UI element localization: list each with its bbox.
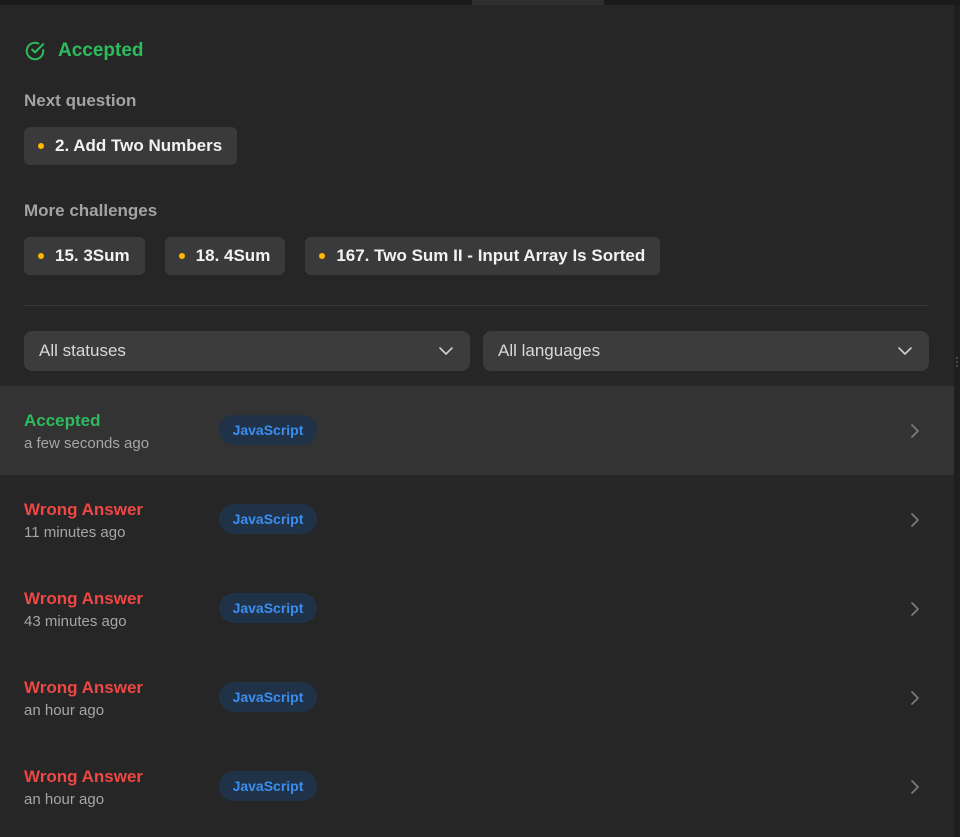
submission-status: Accepted [24,411,101,430]
panel-tab-bar [0,0,960,5]
language-filter-value: All languages [498,341,601,360]
submission-time: 11 minutes ago [24,524,126,541]
chevron-right-icon [911,513,919,527]
result-title: Accepted [58,40,144,61]
submission-list: Accepted a few seconds ago JavaScript Wrong… [0,386,954,831]
submission-row[interactable]: Accepted a few seconds ago JavaScript [0,386,954,475]
next-question-list: 2. Add Two Numbers [24,127,238,165]
language-badge: JavaScript [219,682,317,712]
dot-icon [319,253,326,259]
dot-icon [38,143,44,149]
submission-row[interactable]: Wrong Answer an hour ago JavaScript [0,742,954,831]
language-filter-select[interactable]: All languages [483,331,929,371]
problem-chip[interactable]: 2. Add Two Numbers [24,127,238,165]
submission-status: Wrong Answer [24,678,144,697]
language-badge: JavaScript [219,771,317,801]
submission-row[interactable]: Wrong Answer an hour ago JavaScript [0,653,954,742]
language-badge: JavaScript [219,415,317,445]
resize-grip-icon [955,355,959,369]
language-badge: JavaScript [219,593,317,623]
chevron-right-icon [911,602,919,616]
submission-time: an hour ago [24,702,105,719]
more-challenges-list: 15. 3Sum 18. 4Sum 167. Two Sum II - Input … [24,237,661,275]
active-tab-indicator[interactable] [472,0,604,5]
language-badge: JavaScript [219,504,317,534]
chevron-right-icon [911,780,919,794]
problem-title: 15. 3Sum [55,246,130,265]
problem-title: 18. 4Sum [195,246,271,265]
more-challenges-label: More challenges [24,201,158,220]
result-header: Accepted [24,39,144,63]
problem-chip[interactable]: 15. 3Sum [24,237,145,275]
next-question-label: Next question [24,91,137,110]
submission-status: Wrong Answer [24,767,144,786]
resize-handle[interactable] [954,5,960,837]
problem-chip[interactable]: 18. 4Sum [164,237,286,275]
problem-chip[interactable]: 167. Two Sum II - Input Array Is Sorted [305,237,661,275]
filters-bar: All statuses All languages [24,331,929,371]
chevron-right-icon [911,424,919,438]
chevron-down-icon [898,347,912,355]
submission-status: Wrong Answer [24,500,144,519]
dot-icon [178,253,185,259]
status-filter-value: All statuses [39,341,126,360]
submission-row[interactable]: Wrong Answer 11 minutes ago JavaScript [0,475,954,564]
submission-time: 43 minutes ago [24,613,127,630]
chevron-down-icon [439,347,453,355]
problem-title: 167. Two Sum II - Input Array Is Sorted [336,246,646,265]
submission-time: a few seconds ago [24,435,150,452]
chevron-right-icon [911,691,919,705]
check-circle-icon [25,41,45,61]
submission-panel: Accepted Next question 2. Add Two Number… [0,0,960,837]
problem-title: 2. Add Two Numbers [55,136,223,155]
status-filter-select[interactable]: All statuses [24,331,470,371]
submission-row[interactable]: Wrong Answer 43 minutes ago JavaScript [0,564,954,653]
divider [24,305,929,306]
dot-icon [38,253,44,259]
submission-time: an hour ago [24,791,105,808]
submission-status: Wrong Answer [24,589,144,608]
